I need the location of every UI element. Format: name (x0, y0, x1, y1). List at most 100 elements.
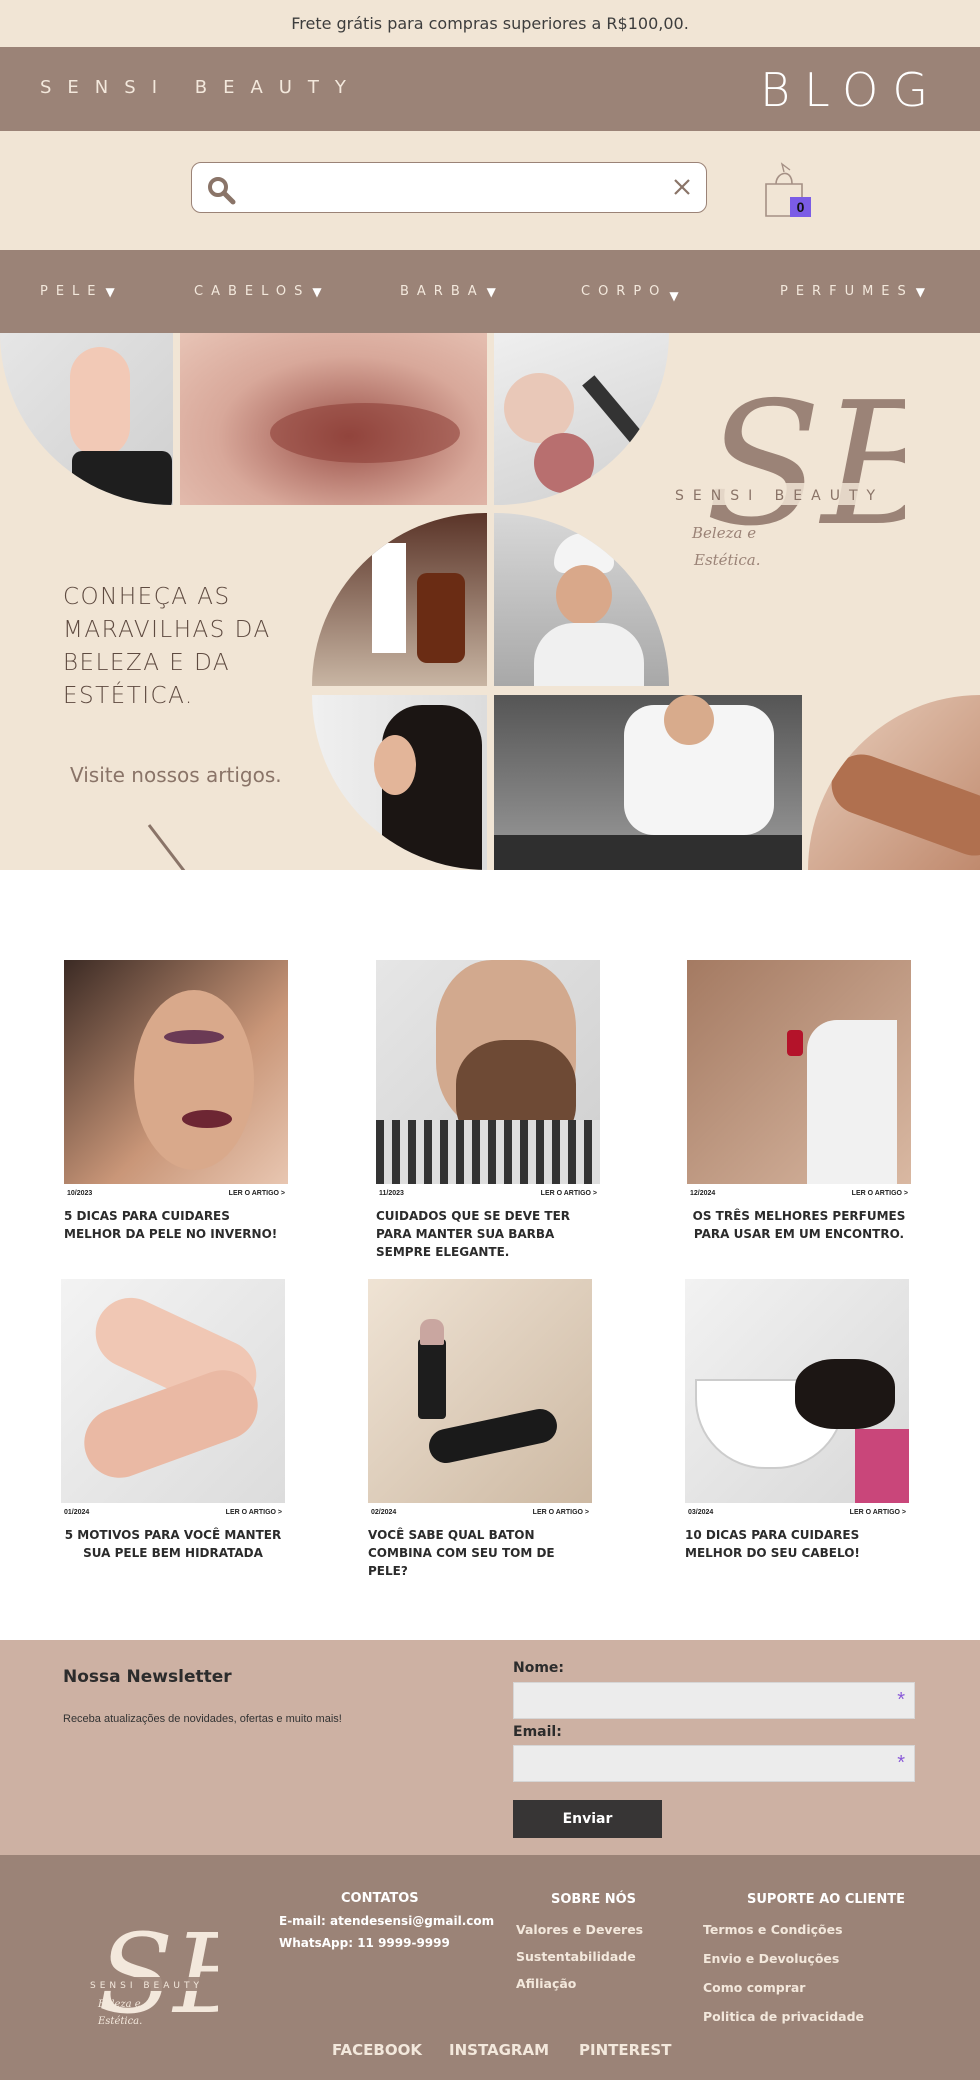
read-article-link[interactable]: LER O ARTIGO > (852, 1190, 908, 1197)
article-card[interactable]: 02/2024 LER O ARTIGO > VOCÊ SABE QUAL BAT… (368, 1279, 592, 1580)
nav-item-pele[interactable]: PELE ▼ (40, 250, 115, 333)
hero-heading-line: ESTÉTICA. (63, 683, 194, 709)
read-article-link[interactable]: LER O ARTIGO > (229, 1190, 285, 1197)
nav-item-barba[interactable]: BARBA ▼ (400, 250, 496, 333)
email-field[interactable]: * (513, 1745, 915, 1782)
article-card[interactable]: 01/2024 LER O ARTIGO > 5 MOTIVOS PARA VOC… (61, 1279, 285, 1562)
nav-label: BARBA (400, 284, 485, 299)
facebook-link[interactable]: FACEBOOK (332, 2041, 422, 2059)
article-title[interactable]: VOCÊ SABE QUAL BATON COMBINA COM SEU TOM… (368, 1526, 592, 1580)
caret-down-icon: ▼ (669, 288, 679, 303)
support-title: SUPORTE AO CLIENTE (747, 1892, 906, 1907)
newsletter-title: Nossa Newsletter (63, 1667, 232, 1687)
article-date: 10/2023 (67, 1190, 93, 1197)
close-icon[interactable] (670, 175, 694, 199)
footer-link-values[interactable]: Valores e Deveres (516, 1922, 643, 1937)
page-title: BLOG (760, 63, 942, 117)
instagram-link[interactable]: INSTAGRAM (449, 2041, 549, 2059)
sensi-beauty-logo: SB SENSI BEAUTY Beleza e Estética. (675, 383, 905, 569)
article-card[interactable]: 11/2023 LER O ARTIGO > CUIDADOS QUE SE DE… (376, 960, 600, 1261)
hero-heading: CONHEÇA AS MARAVILHAS DA BELEZA E DA EST… (63, 581, 271, 713)
contact-whatsapp[interactable]: WhatsApp: 11 9999-9999 (279, 1936, 450, 1950)
name-field[interactable]: * (513, 1682, 915, 1719)
article-card[interactable]: 03/2024 LER O ARTIGO > 10 DICAS PARA CUID… (685, 1279, 909, 1562)
read-article-link[interactable]: LER O ARTIGO > (541, 1190, 597, 1197)
logo-tagline: Beleza e (97, 1999, 141, 2010)
search-input[interactable] (248, 173, 648, 203)
article-title[interactable]: 5 DICAS PARA CUIDARES MELHOR DA PELE NO … (64, 1207, 288, 1243)
email-label: Email: (513, 1724, 562, 1740)
article-card[interactable]: 12/2024 LER O ARTIGO > OS TRÊS MELHORES P… (687, 960, 911, 1243)
article-date: 01/2024 (64, 1509, 90, 1516)
caret-down-icon: ▼ (486, 284, 496, 299)
category-nav: PELE ▼ CABELOS ▼ BARBA ▼ CORPO ▼ PERFUMES ▼ (0, 250, 980, 333)
nav-item-corpo[interactable]: CORPO ▼ (581, 250, 679, 333)
article-image[interactable] (61, 1279, 285, 1503)
search-icon[interactable] (206, 175, 236, 205)
read-article-link[interactable]: LER O ARTIGO > (850, 1509, 906, 1516)
footer-link-how-to-buy[interactable]: Como comprar (703, 1980, 805, 1995)
article-image[interactable] (368, 1279, 592, 1503)
logo-tagline: Estética. (693, 551, 761, 569)
newsletter-subtitle: Receba atualizações de novidades, oferta… (63, 1713, 342, 1725)
article-date: 03/2024 (688, 1509, 714, 1516)
article-card[interactable]: 10/2023 LER O ARTIGO > 5 DICAS PARA CUIDA… (64, 960, 288, 1243)
nav-label: CABELOS (194, 284, 311, 299)
article-image[interactable] (64, 960, 288, 1184)
read-article-link[interactable]: LER O ARTIGO > (226, 1509, 282, 1516)
arrow-down-right-icon (147, 824, 186, 870)
cart-count-badge: 0 (790, 197, 811, 217)
name-input[interactable] (514, 1683, 914, 1718)
footer-link-terms[interactable]: Termos e Condições (703, 1922, 843, 1937)
hero-image-skincare (494, 513, 669, 686)
hero-image-hair (312, 695, 487, 870)
article-title[interactable]: 10 DICAS PARA CUIDARES MELHOR DO SEU CAB… (685, 1526, 909, 1562)
caret-down-icon: ▼ (105, 284, 115, 299)
site-footer: SB SENSI BEAUTY Beleza e Estética. CONTA… (0, 1855, 980, 2080)
logo-tagline: Beleza e (691, 524, 756, 542)
read-article-link[interactable]: LER O ARTIGO > (533, 1509, 589, 1516)
article-date: 11/2023 (379, 1190, 404, 1197)
footer-link-affiliation[interactable]: Afiliação (516, 1976, 576, 1991)
shipping-text: Frete grátis para compras superiores a R… (291, 14, 689, 33)
nav-item-cabelos[interactable]: CABELOS ▼ (194, 250, 322, 333)
hero-image-lips (180, 333, 487, 505)
hero-image-nails (0, 333, 173, 505)
article-image[interactable] (685, 1279, 909, 1503)
articles-grid: 10/2023 LER O ARTIGO > 5 DICAS PARA CUIDA… (0, 870, 980, 1640)
footer-link-privacy[interactable]: Politica de privacidade (703, 2009, 864, 2024)
search-area: 0 (0, 131, 980, 250)
visit-articles-link[interactable]: Visite nossos artigos. (70, 763, 282, 787)
caret-down-icon: ▼ (915, 284, 925, 299)
nav-label: PERFUMES (780, 284, 914, 299)
contacts-title: CONTATOS (341, 1891, 419, 1906)
shipping-banner: Frete grátis para compras superiores a R… (0, 0, 980, 47)
hero-heading-line: MARAVILHAS DA (63, 617, 271, 643)
about-title: SOBRE NÓS (551, 1892, 637, 1907)
send-button[interactable]: Enviar (513, 1800, 662, 1838)
article-title[interactable]: OS TRÊS MELHORES PERFUMES PARA USAR EM U… (687, 1207, 911, 1243)
footer-link-shipping[interactable]: Envio e Devoluções (703, 1951, 839, 1966)
newsletter-section: Nossa Newsletter Receba atualizações de … (0, 1640, 980, 1855)
required-asterisk: * (897, 1752, 905, 1774)
site-header: SENSI BEAUTY BLOG (0, 47, 980, 131)
email-input[interactable] (514, 1746, 914, 1781)
pinterest-link[interactable]: PINTEREST (579, 2041, 671, 2059)
hero-image-makeup (494, 333, 669, 505)
contact-email[interactable]: E-mail: atendesensi@gmail.com (279, 1914, 494, 1928)
search-box (191, 162, 707, 213)
logo-brand: SENSI BEAUTY (675, 488, 884, 504)
nav-label: PELE (40, 284, 104, 299)
article-title[interactable]: 5 MOTIVOS PARA VOCÊ MANTER SUA PELE BEM … (61, 1526, 285, 1562)
logo-brand: SENSI BEAUTY (90, 1981, 203, 1991)
article-image[interactable] (376, 960, 600, 1184)
article-title[interactable]: CUIDADOS QUE SE DEVE TER PARA MANTER SUA… (376, 1207, 600, 1261)
required-asterisk: * (897, 1689, 905, 1711)
brand-name[interactable]: SENSI BEAUTY (40, 77, 362, 98)
hero-image-man-products (494, 695, 802, 870)
nav-item-perfumes[interactable]: PERFUMES ▼ (780, 250, 925, 333)
article-date: 02/2024 (371, 1509, 397, 1516)
article-image[interactable] (687, 960, 911, 1184)
footer-link-sustainability[interactable]: Sustentabilidade (516, 1949, 636, 1964)
hero-heading-line: BELEZA E DA (63, 650, 231, 676)
